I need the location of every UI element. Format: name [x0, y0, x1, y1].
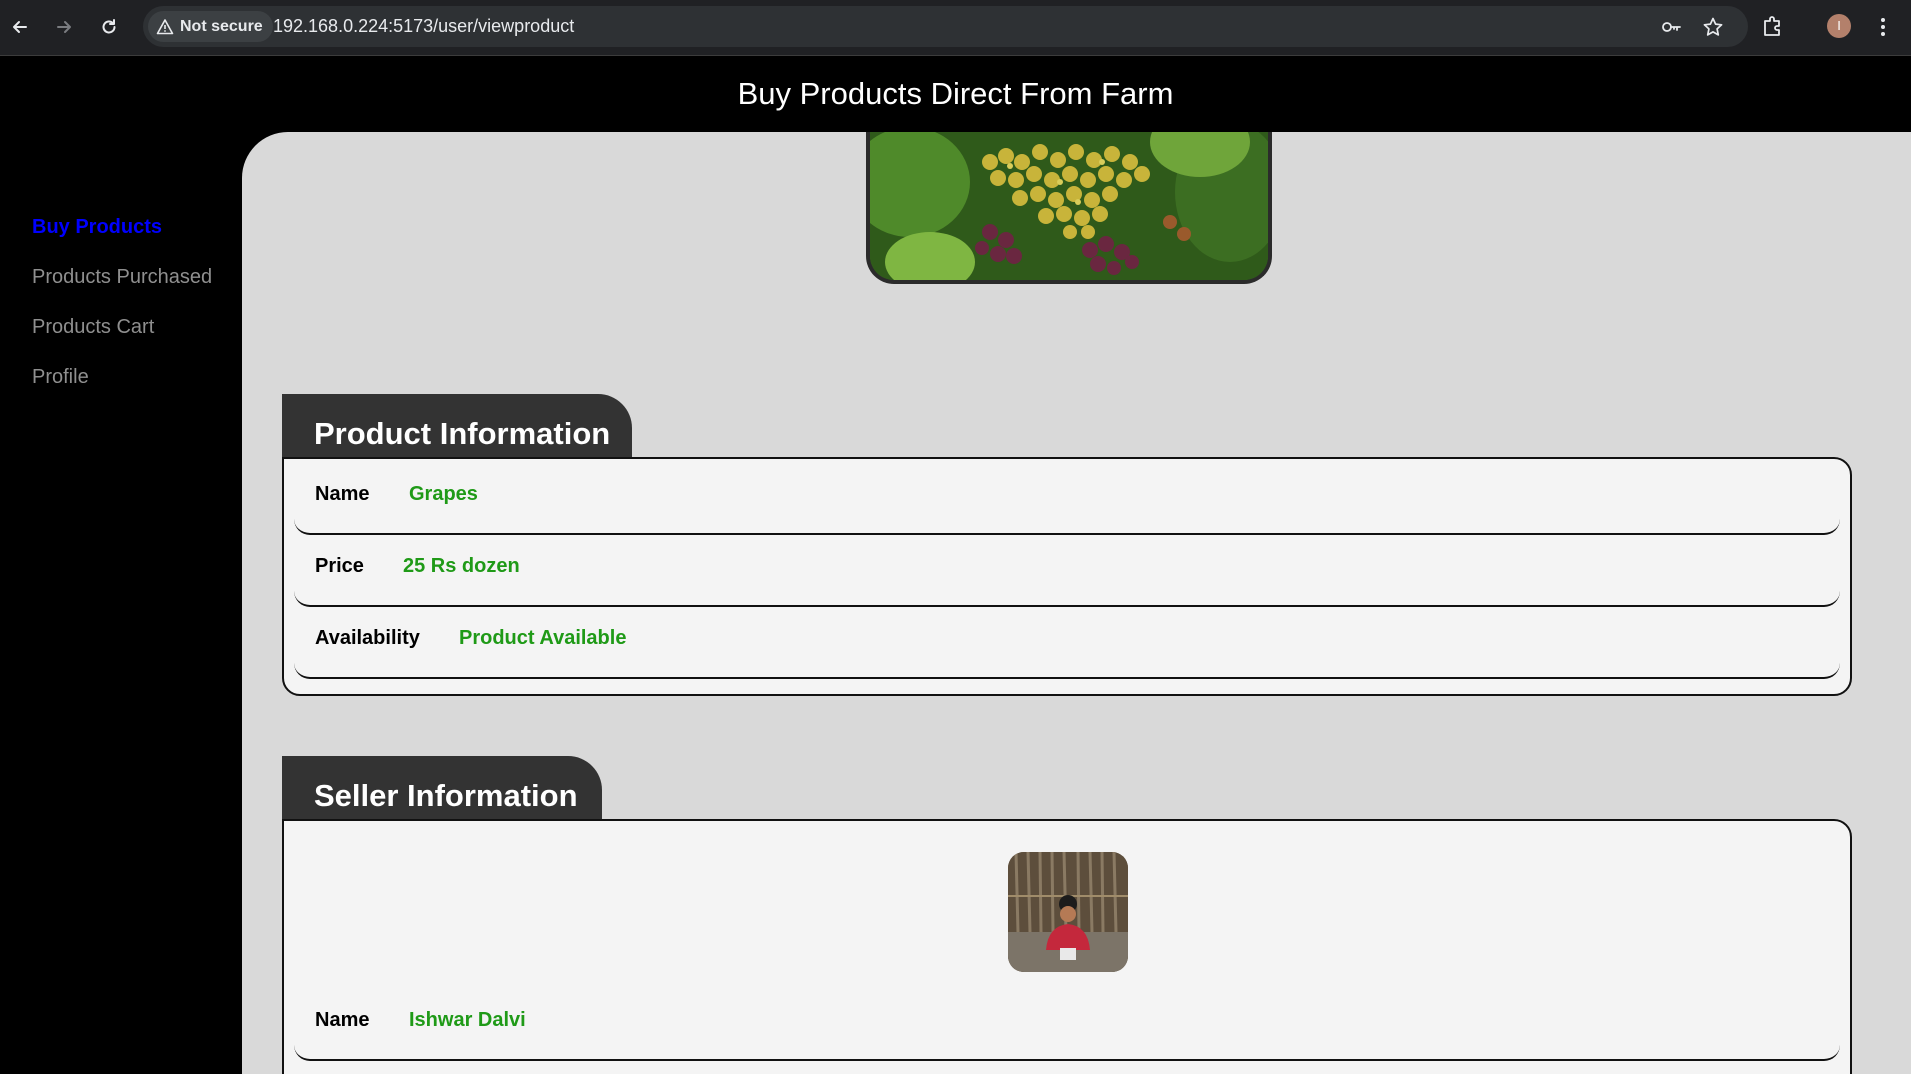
- product-info-card: Name Grapes Price 25 Rs dozen Availabili…: [282, 457, 1852, 696]
- reload-icon: [102, 19, 116, 34]
- info-label: Name: [315, 1009, 370, 1031]
- info-row-availability: Availability Product Available: [294, 603, 1840, 679]
- forward-arrow-icon: [57, 21, 71, 33]
- star-icon: [1703, 17, 1723, 36]
- sidebar-item-products-cart[interactable]: Products Cart: [32, 316, 154, 339]
- product-info-heading: Product Information: [282, 394, 632, 464]
- url-text[interactable]: 192.168.0.224:5173/user/viewproduct: [273, 6, 574, 47]
- sidebar: Buy Products Products Purchased Products…: [0, 132, 242, 1074]
- seller-photo: [1008, 852, 1128, 972]
- info-label: Name: [315, 483, 370, 505]
- info-value: Product Available: [459, 627, 627, 649]
- info-value: Grapes: [409, 483, 478, 505]
- back-arrow-icon: [13, 21, 27, 33]
- key-icon: [1662, 22, 1681, 32]
- info-value: 25 Rs dozen: [403, 555, 520, 577]
- reload-button[interactable]: [92, 10, 126, 44]
- info-label: Price: [315, 555, 364, 577]
- seller-info-card: Name Ishwar Dalvi: [282, 819, 1852, 1074]
- security-indicator[interactable]: Not secure: [148, 11, 273, 42]
- page-header: Buy Products Direct From Farm: [0, 56, 1911, 132]
- password-key-button[interactable]: [1658, 14, 1684, 40]
- security-label: Not secure: [180, 17, 263, 35]
- extensions-icon[interactable]: [1757, 12, 1787, 42]
- info-label: Availability: [315, 627, 420, 649]
- info-row-seller-name: Name Ishwar Dalvi: [294, 985, 1840, 1061]
- bookmark-button[interactable]: [1700, 14, 1726, 40]
- address-bar[interactable]: Not secure 192.168.0.224:5173/user/viewp…: [143, 6, 1748, 47]
- info-value: Ishwar Dalvi: [409, 1009, 526, 1031]
- sidebar-item-products-purchased[interactable]: Products Purchased: [32, 266, 212, 289]
- info-row-price: Price 25 Rs dozen: [294, 531, 1840, 607]
- seller-info-heading: Seller Information: [282, 756, 602, 826]
- info-row-product-name: Name Grapes: [294, 459, 1840, 535]
- profile-avatar[interactable]: I: [1827, 14, 1851, 38]
- more-menu-icon[interactable]: [1877, 12, 1889, 42]
- back-button[interactable]: [3, 10, 37, 44]
- browser-toolbar: Not secure 192.168.0.224:5173/user/viewp…: [0, 0, 1911, 56]
- main-panel: Product Information Name Grapes Price 25…: [242, 132, 1911, 1074]
- sidebar-item-buy-products[interactable]: Buy Products: [32, 216, 162, 239]
- sidebar-item-profile[interactable]: Profile: [32, 366, 89, 389]
- page-title: Buy Products Direct From Farm: [737, 76, 1174, 111]
- product-image: [866, 132, 1272, 284]
- forward-button[interactable]: [47, 10, 81, 44]
- warning-triangle-icon: [156, 18, 174, 34]
